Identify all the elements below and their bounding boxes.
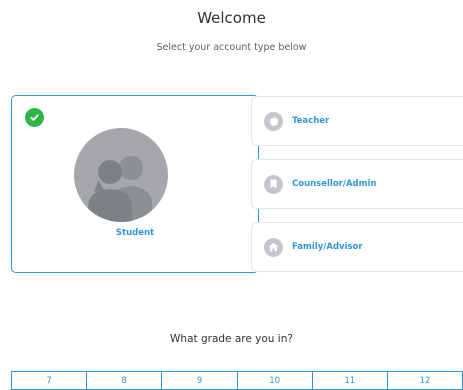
grade-option-7[interactable]: 7 [11,371,88,390]
house-icon [264,237,283,257]
bookmark-icon [264,174,283,194]
grade-selector: 7 8 9 10 11 12 [11,371,463,390]
account-type-student-card[interactable]: Student [11,95,259,273]
teacher-label: Teacher [292,116,330,126]
grade-question: What grade are you in? [170,333,293,345]
grade-option-12[interactable]: 12 [386,371,463,390]
check-circle-icon [25,108,44,127]
account-type-teacher-card[interactable]: Teacher [251,96,463,146]
account-type-counsellor-admin-card[interactable]: Counsellor/Admin [251,159,463,209]
family-advisor-label: Family/Advisor [292,242,363,252]
account-type-family-advisor-card[interactable]: Family/Advisor [251,222,463,272]
student-label: Student [115,228,155,238]
apple-icon [264,111,283,131]
counsellor-admin-label: Counsellor/Admin [292,179,377,189]
page-title: Welcome [197,9,266,27]
grade-option-8[interactable]: 8 [86,371,163,390]
grade-option-11[interactable]: 11 [311,371,388,390]
student-silhouettes-icon [74,128,168,222]
grade-option-10[interactable]: 10 [236,371,313,390]
grade-option-9[interactable]: 9 [161,371,238,390]
page-subtitle: Select your account type below [156,42,307,53]
